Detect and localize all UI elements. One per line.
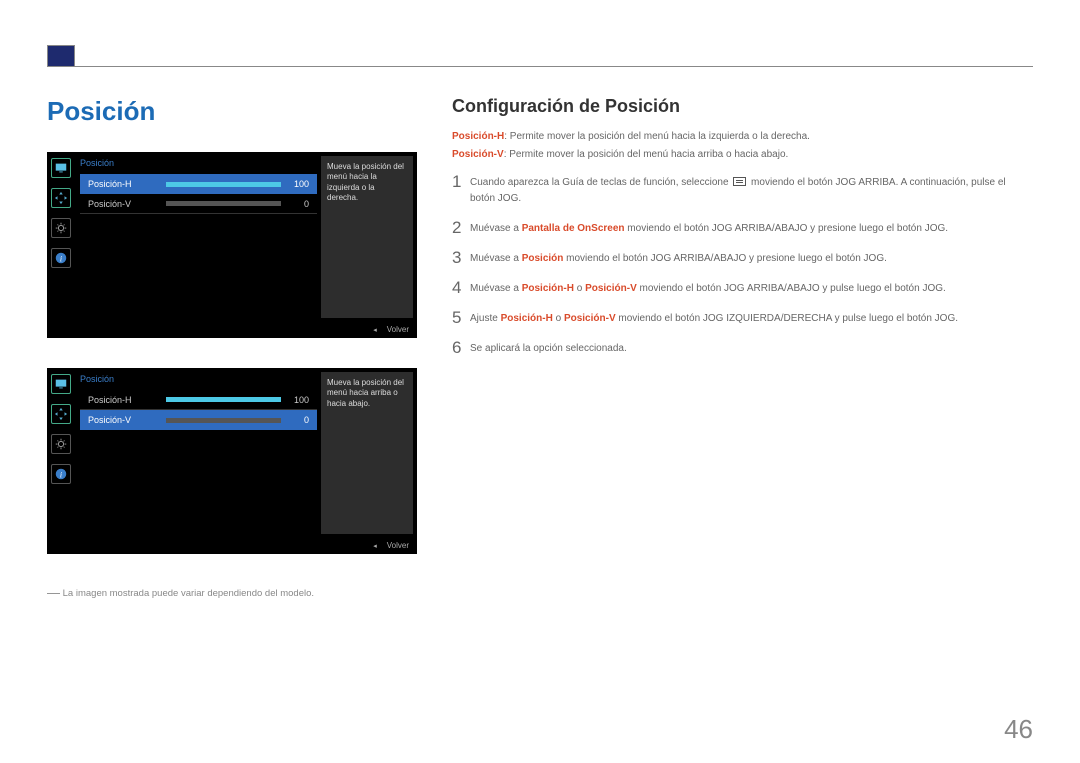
osd-help-panel: Mueva la posición del menú hacia la izqu… [321, 156, 413, 318]
keyword-posicion: Posición [522, 253, 564, 264]
osd-sidebar: i [47, 368, 75, 538]
footnote-text: La imagen mostrada puede variar dependie… [63, 588, 314, 599]
steps-list: 1 Cuando aparezca la Guía de teclas de f… [452, 175, 1033, 357]
step-number: 6 [452, 339, 470, 356]
step-5: 5 Ajuste Posición-H o Posición-V moviend… [452, 311, 1033, 327]
keyword-pantalla-onscreen: Pantalla de OnScreen [522, 223, 625, 234]
info-icon: i [51, 464, 71, 484]
step-number: 2 [452, 219, 470, 236]
display-icon [51, 374, 71, 394]
right-column: Configuración de Posición Posición-H: Pe… [452, 96, 1033, 357]
step-text: Se aplicará la opción seleccionada. [470, 341, 1033, 357]
osd-row-value: 0 [289, 199, 309, 209]
step-text-a: Cuando aparezca la Guía de teclas de fun… [470, 177, 731, 188]
osd-footer: ◂ Volver [47, 322, 417, 338]
osd-row-value: 100 [289, 395, 309, 405]
step-text-mid: o [574, 283, 585, 294]
back-arrow-icon: ◂ [373, 323, 377, 339]
osd-row-label: Posición-V [88, 199, 158, 209]
gear-icon [51, 434, 71, 454]
osd-row-label: Posición-V [88, 415, 158, 425]
osd-row-posicion-h: Posición-H 100 [80, 174, 317, 194]
slider-fill-h [166, 397, 281, 402]
step-text-a: Muévase a [470, 283, 522, 294]
osd-row-posicion-v: Posición-V 0 [80, 410, 317, 430]
svg-text:i: i [60, 471, 62, 480]
osd-row-label: Posición-H [88, 395, 158, 405]
keyword-posicion-v: Posición-V [585, 283, 637, 294]
step-1: 1 Cuando aparezca la Guía de teclas de f… [452, 175, 1033, 207]
desc-posicion-h-text: : Permite mover la posición del menú hac… [504, 131, 810, 142]
move-arrows-icon [51, 188, 71, 208]
display-icon [51, 158, 71, 178]
step-3: 3 Muévase a Posición moviendo el botón J… [452, 251, 1033, 267]
back-arrow-icon: ◂ [373, 539, 377, 555]
step-number: 5 [452, 309, 470, 326]
step-text-b: moviendo el botón JOG ARRIBA/ABAJO y pre… [563, 253, 887, 264]
step-text: Muévase a Posición-H o Posición-V movien… [470, 281, 1033, 297]
step-6: 6 Se aplicará la opción seleccionada. [452, 341, 1033, 357]
osd-row-posicion-h: Posición-H 100 [80, 390, 317, 410]
osd-footer-volver: Volver [387, 541, 409, 550]
step-text-b: moviendo el botón JOG ARRIBA/ABAJO y pul… [637, 283, 946, 294]
osd-footer: ◂ Volver [47, 538, 417, 554]
page-content: Posición i Posición Posición-H 100 [47, 96, 1033, 723]
slider-fill-h [166, 182, 281, 187]
step-4: 4 Muévase a Posición-H o Posición-V movi… [452, 281, 1033, 297]
osd-row-value: 0 [289, 415, 309, 425]
osd-help-panel: Mueva la posición del menú hacia arriba … [321, 372, 413, 534]
keyword-posicion-h: Posición-H [522, 283, 574, 294]
step-text-b: moviendo el botón JOG ARRIBA/ABAJO y pre… [625, 223, 949, 234]
step-number: 3 [452, 249, 470, 266]
step-text-mid: o [553, 313, 564, 324]
page-title: Posición [47, 96, 422, 127]
osd-row-value: 100 [289, 179, 309, 189]
osd-screenshot-2: i Posición Posición-H 100 Posición-V 0 [47, 368, 417, 554]
left-column: Posición i Posición Posición-H 100 [47, 96, 422, 602]
term-posicion-v: Posición-V [452, 149, 504, 160]
step-text-a: Ajuste [470, 313, 501, 324]
step-text-a: Muévase a [470, 223, 522, 234]
svg-text:i: i [60, 255, 62, 264]
desc-posicion-v-text: : Permite mover la posición del menú hac… [504, 149, 789, 160]
term-posicion-h: Posición-H [452, 131, 504, 142]
step-text: Muévase a Posición moviendo el botón JOG… [470, 251, 1033, 267]
step-text-a: Muévase a [470, 253, 522, 264]
osd-title: Posición [80, 374, 114, 384]
section-subtitle: Configuración de Posición [452, 96, 1033, 117]
menu-icon [733, 177, 746, 186]
osd-screenshot-1: i Posición Posición-H 100 Posición-V 0 [47, 152, 417, 338]
gear-icon [51, 218, 71, 238]
step-text: Cuando aparezca la Guía de teclas de fun… [470, 175, 1033, 207]
page-number: 46 [1004, 714, 1033, 745]
header-rule [47, 66, 1033, 67]
step-text: Muévase a Pantalla de OnScreen moviendo … [470, 221, 1033, 237]
osd-row-posicion-v: Posición-V 0 [80, 194, 317, 214]
image-footnote: ― La imagen mostrada puede variar depend… [47, 584, 422, 602]
step-2: 2 Muévase a Pantalla de OnScreen moviend… [452, 221, 1033, 237]
desc-posicion-h: Posición-H: Permite mover la posición de… [452, 129, 1033, 145]
move-arrows-icon [51, 404, 71, 424]
step-number: 1 [452, 173, 470, 190]
step-text: Ajuste Posición-H o Posición-V moviendo … [470, 311, 1033, 327]
footnote-dash: ― [47, 585, 60, 600]
keyword-posicion-h: Posición-H [501, 313, 553, 324]
osd-footer-volver: Volver [387, 325, 409, 334]
step-number: 4 [452, 279, 470, 296]
osd-title: Posición [80, 158, 114, 168]
keyword-posicion-v: Posición-V [564, 313, 616, 324]
osd-row-label: Posición-H [88, 179, 158, 189]
step-text-b: moviendo el botón JOG IZQUIERDA/DERECHA … [616, 313, 958, 324]
info-icon: i [51, 248, 71, 268]
header-tab-marker [47, 45, 75, 66]
desc-posicion-v: Posición-V: Permite mover la posición de… [452, 147, 1033, 163]
osd-sidebar: i [47, 152, 75, 322]
